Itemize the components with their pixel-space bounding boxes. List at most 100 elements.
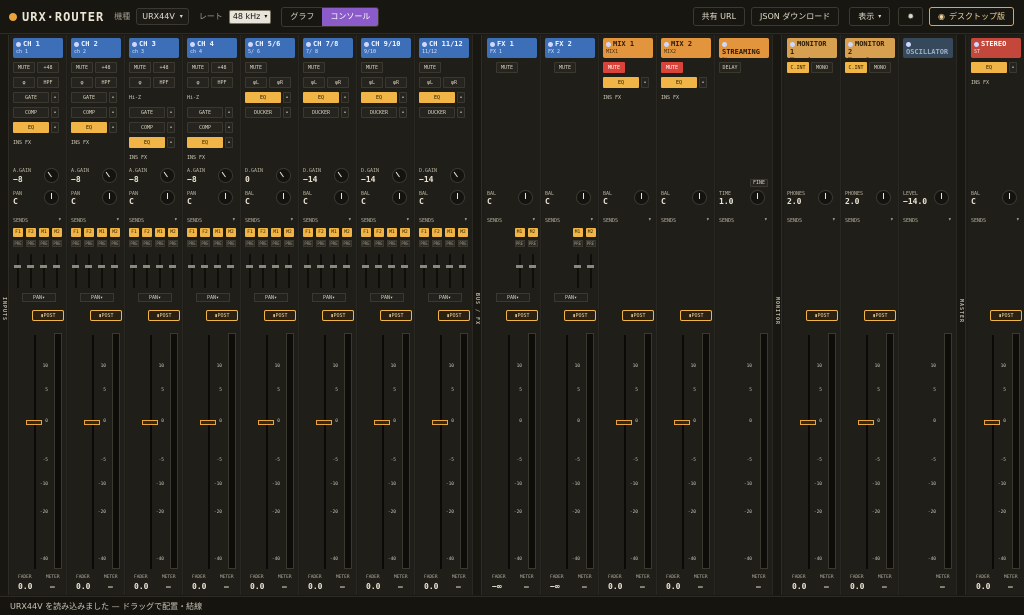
send-m2-button[interactable]: M2	[110, 228, 120, 237]
send-mini-fader[interactable]	[146, 254, 148, 288]
pre-button[interactable]: PRE	[129, 240, 139, 247]
pre-button[interactable]: PRE	[400, 240, 410, 247]
pan-knob[interactable]	[44, 190, 59, 205]
button-options[interactable]: •	[109, 107, 117, 118]
post-button[interactable]: ▮ POST	[380, 310, 412, 321]
pre-button[interactable]: PRE	[200, 240, 210, 247]
channel-header[interactable]: STEREO ST	[971, 38, 1021, 58]
fader-track[interactable]	[682, 335, 684, 569]
send-m1-button[interactable]: M1	[39, 228, 49, 237]
pre-button[interactable]: PRE	[342, 240, 352, 247]
button-eq[interactable]: EQ	[13, 122, 49, 133]
button-gate[interactable]: GATE	[187, 107, 223, 118]
pan-mode-button[interactable]: PAN ▾	[312, 293, 346, 302]
button-r[interactable]: φR	[327, 77, 349, 88]
pan-knob[interactable]	[634, 190, 649, 205]
pre-button[interactable]: PRE	[258, 240, 268, 247]
pan-knob[interactable]	[692, 190, 707, 205]
button-gate[interactable]: GATE	[13, 92, 49, 103]
send-f1-button[interactable]: F1	[13, 228, 23, 237]
button-mute[interactable]: MUTE	[245, 62, 267, 73]
send-mini-fader[interactable]	[378, 254, 380, 288]
button-hpf[interactable]: HPF	[95, 77, 117, 88]
button-hpf[interactable]: HPF	[211, 77, 233, 88]
pan-mode-button[interactable]: PAN ▾	[196, 293, 230, 302]
send-mini-fader[interactable]	[436, 254, 438, 288]
button-mute[interactable]: MUTE	[603, 62, 625, 73]
fader-track[interactable]	[34, 335, 36, 569]
send-f1-button[interactable]: F1	[361, 228, 371, 237]
pre-button[interactable]: PRE	[168, 240, 178, 247]
send-m1-button[interactable]: M1	[329, 228, 339, 237]
send-m1-button[interactable]: M1	[572, 228, 583, 237]
send-mini-fader[interactable]	[230, 254, 232, 288]
desktop-version-button[interactable]: ◉ デスクトップ版	[929, 7, 1014, 26]
send-mini-fader[interactable]	[404, 254, 406, 288]
button-ducker[interactable]: DUCKER	[361, 107, 397, 118]
send-mini-fader[interactable]	[449, 254, 451, 288]
fader-cap-icon[interactable]	[84, 420, 100, 425]
button-48[interactable]: +48	[37, 62, 59, 73]
pan-mode-button[interactable]: PAN ▾	[80, 293, 114, 302]
button-hiz[interactable]: Hi-Z	[129, 92, 151, 103]
button-48[interactable]: +48	[211, 62, 233, 73]
send-m2-button[interactable]: M2	[400, 228, 410, 237]
button-insfx[interactable]: INS FX	[71, 137, 101, 148]
pan-knob[interactable]	[450, 190, 465, 205]
send-mini-fader[interactable]	[43, 254, 45, 288]
fader-track[interactable]	[92, 335, 94, 569]
channel-header[interactable]: CH 5/6 5/ 6	[245, 38, 295, 58]
send-f2-button[interactable]: F2	[142, 228, 152, 237]
post-button[interactable]: ▮ POST	[806, 310, 838, 321]
button-options[interactable]: •	[283, 92, 291, 103]
button-options[interactable]: •	[167, 107, 175, 118]
button-comp[interactable]: COMP	[13, 107, 49, 118]
button-options[interactable]: •	[167, 122, 175, 133]
pre-button[interactable]: PRE	[329, 240, 339, 247]
button-gate[interactable]: GATE	[129, 107, 165, 118]
send-mini-fader[interactable]	[133, 254, 135, 288]
channel-header[interactable]: FX 2 FX 2	[545, 38, 595, 58]
channel-header[interactable]: MIX 1 MIX1	[603, 38, 653, 58]
pan-mode-button[interactable]: PAN ▾	[496, 293, 530, 302]
button-options[interactable]: •	[457, 107, 465, 118]
button-mute[interactable]: MUTE	[129, 62, 151, 73]
button-ducker[interactable]: DUCKER	[245, 107, 281, 118]
button-l[interactable]: φL	[245, 77, 267, 88]
fader-track[interactable]	[440, 335, 442, 569]
button-48[interactable]: +48	[153, 62, 175, 73]
post-button[interactable]: ▮ POST	[90, 310, 122, 321]
pre-button[interactable]: PRE	[374, 240, 384, 247]
pan-mode-button[interactable]: PAN ▾	[370, 293, 404, 302]
post-button[interactable]: ▮ POST	[564, 310, 596, 321]
button-eq[interactable]: EQ	[129, 137, 165, 148]
post-button[interactable]: ▮ POST	[264, 310, 296, 321]
send-mini-fader[interactable]	[30, 254, 32, 288]
send-m1-button[interactable]: M1	[445, 228, 455, 237]
channel-header[interactable]: CH 2 ch 2	[71, 38, 121, 58]
button-options[interactable]: •	[457, 92, 465, 103]
channel-header[interactable]: MONITOR 2 Phone 2	[845, 38, 895, 63]
settings-button[interactable]: ✹	[898, 7, 924, 26]
button-eq[interactable]: EQ	[661, 77, 697, 88]
fader-cap-icon[interactable]	[616, 420, 632, 425]
pre-button[interactable]: PRE	[316, 240, 326, 247]
fader-track[interactable]	[150, 335, 152, 569]
send-mini-fader[interactable]	[462, 254, 464, 288]
button-[interactable]: φ	[129, 77, 151, 88]
button-options[interactable]: •	[109, 92, 117, 103]
button-options[interactable]: •	[641, 77, 649, 88]
button-options[interactable]: •	[341, 107, 349, 118]
pre-button[interactable]: PRE	[514, 240, 525, 247]
button-hiz[interactable]: Hi-Z	[187, 92, 209, 103]
pre-button[interactable]: PRE	[110, 240, 120, 247]
send-mini-fader[interactable]	[531, 254, 534, 288]
button-options[interactable]: •	[699, 77, 707, 88]
send-m1-button[interactable]: M1	[97, 228, 107, 237]
send-mini-fader[interactable]	[204, 254, 206, 288]
channel-header[interactable]: CH 1 ch 1	[13, 38, 63, 58]
pan-knob[interactable]	[518, 190, 533, 205]
button-options[interactable]: •	[109, 122, 117, 133]
button-hpf[interactable]: HPF	[153, 77, 175, 88]
fader-cap-icon[interactable]	[258, 420, 274, 425]
